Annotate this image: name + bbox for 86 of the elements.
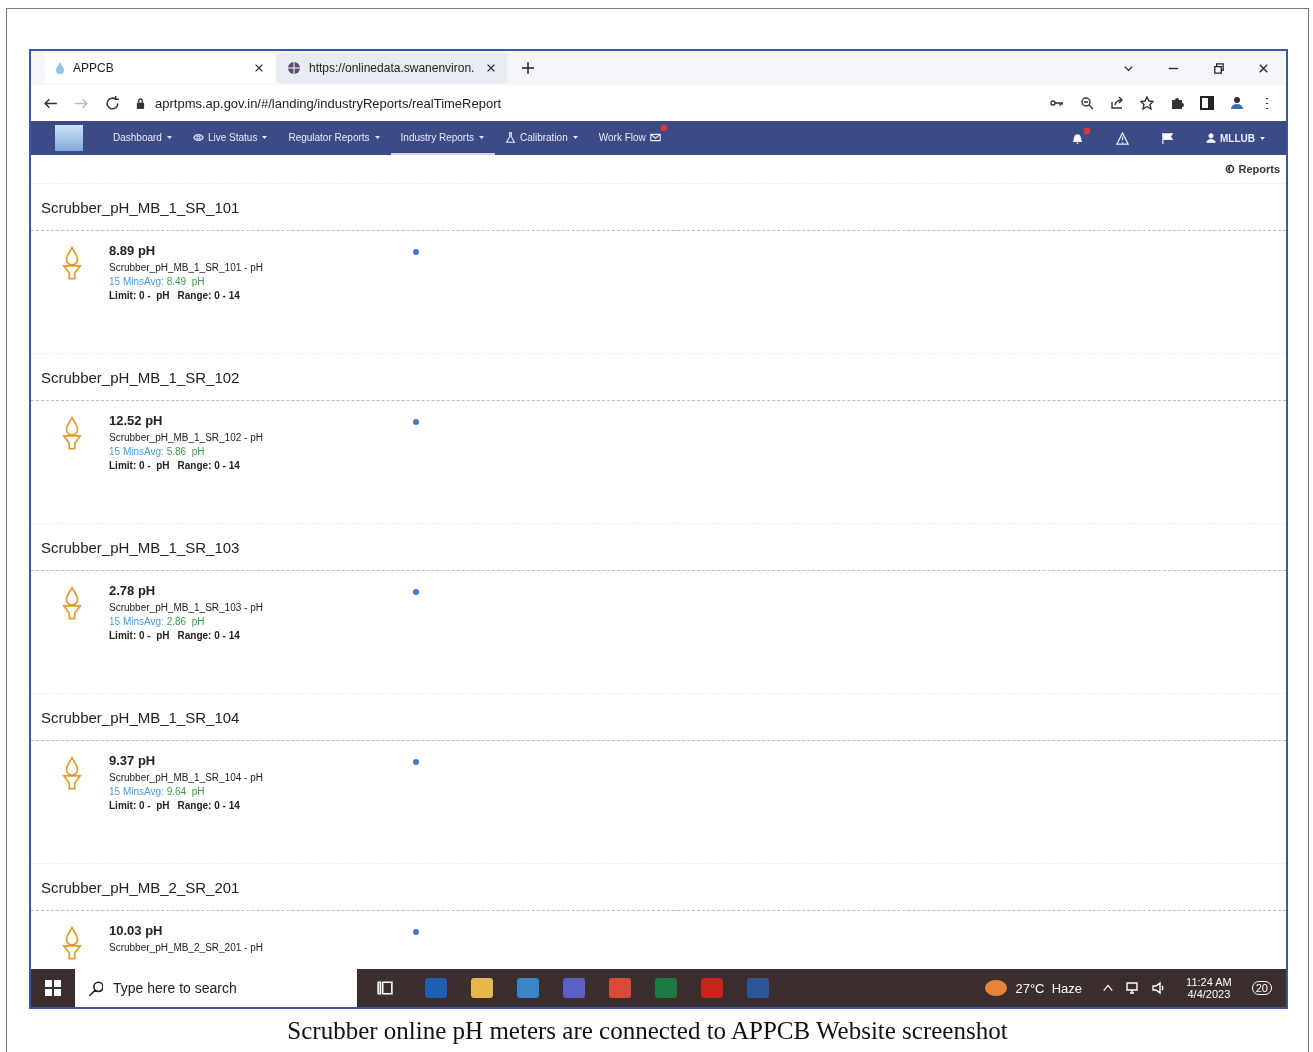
search-field[interactable]: Type here to search: [75, 969, 357, 1007]
notification-badge: [1084, 127, 1090, 134]
flag-icon[interactable]: [1161, 131, 1174, 145]
section-title: Scrubber_pH_MB_1_SR_103: [31, 523, 1286, 571]
new-tab-icon[interactable]: [521, 61, 535, 75]
user-menu[interactable]: MLLUB: [1206, 132, 1266, 144]
nav-menu-item[interactable]: Work Flow: [588, 121, 671, 155]
parameter-name: Scrubber_pH_MB_1_SR_103 - pH: [109, 602, 263, 613]
profile-icon[interactable]: [1230, 96, 1244, 110]
close-icon[interactable]: [253, 62, 265, 74]
bell-icon[interactable]: [1071, 131, 1084, 145]
status-dot: [413, 419, 419, 425]
reload-icon[interactable]: [105, 95, 120, 111]
range-text: Range: 0 - 14: [177, 800, 240, 811]
nav-menu-item[interactable]: Dashboard: [103, 121, 183, 155]
restore-icon[interactable]: [1212, 61, 1225, 75]
parameter-name: Scrubber_pH_MB_1_SR_104 - pH: [109, 772, 263, 783]
range-text: Range: 0 - 14: [177, 630, 240, 641]
status-dot: [413, 589, 419, 595]
browser-tab[interactable]: APPCB: [45, 53, 275, 83]
range-text: Range: 0 - 14: [177, 290, 240, 301]
range-text: Range: 0 - 14: [177, 460, 240, 471]
average-label: 15 MinsAvg:: [109, 616, 164, 627]
lock-icon: [136, 97, 145, 109]
start-icon[interactable]: [45, 980, 61, 996]
reports-link[interactable]: Reports: [1225, 163, 1280, 175]
average-value: 5.86 pH: [166, 446, 205, 457]
nav-menu-item[interactable]: Live Status: [182, 121, 279, 155]
average-value: 9.64 pH: [166, 786, 205, 797]
limit-text: Limit: 0 - pH: [109, 460, 170, 471]
reading-value: 10.03 pH: [109, 923, 164, 938]
chevron-up-icon[interactable]: [1102, 982, 1115, 994]
average-label: 15 MinsAvg:: [109, 276, 164, 287]
reading-value: 12.52 pH: [109, 413, 164, 428]
close-icon[interactable]: [485, 62, 497, 74]
figure-caption: Scrubber online pH meters are connected to APPCB Website screenshot: [286, 1017, 1009, 1045]
notification-badge: [660, 125, 667, 131]
parameter-name: Scrubber_pH_MB_1_SR_101 - pH: [109, 262, 263, 273]
drop-icon: [55, 62, 65, 74]
globe-icon: [287, 61, 301, 75]
section-title: Scrubber_pH_MB_1_SR_102: [31, 353, 1286, 401]
eye-icon: [192, 131, 204, 143]
limit-text: Limit: 0 - pH: [109, 630, 170, 641]
puzzle-icon[interactable]: [1170, 96, 1184, 110]
caret-icon: [373, 133, 381, 141]
status-dot: [413, 759, 419, 765]
side-panel-icon[interactable]: [1200, 96, 1214, 110]
nav-menu-item[interactable]: Regulator Reports: [278, 121, 391, 155]
warning-icon[interactable]: [1116, 131, 1129, 145]
star-icon[interactable]: [1140, 96, 1154, 110]
share-icon[interactable]: [1110, 96, 1124, 110]
status-dot: [413, 929, 419, 935]
search-icon: [87, 980, 103, 996]
section-title: Scrubber_pH_MB_2_SR_201: [31, 863, 1286, 911]
clock-time[interactable]: 11:24 AM: [1186, 976, 1232, 988]
reading-value: 9.37 pH: [109, 753, 157, 768]
flask-icon: [504, 131, 516, 143]
clock-date[interactable]: 4/4/2023: [1187, 988, 1231, 1000]
caret-icon: [165, 133, 173, 141]
user-icon: [1206, 133, 1216, 143]
average-value: 2.86 pH: [166, 616, 205, 627]
address-field[interactable]: aprtpms.ap.gov.in/#/landing/industryReports/realTimeReport: [155, 95, 502, 111]
parameter-name: Scrubber_pH_MB_1_SR_102 - pH: [109, 432, 263, 443]
reading-value: 2.78 pH: [109, 583, 157, 598]
parameter-name: Scrubber_pH_MB_2_SR_201 - pH: [109, 942, 263, 953]
average-label: 15 MinsAvg:: [109, 786, 164, 797]
average-label: 15 MinsAvg:: [109, 446, 164, 457]
weather-icon[interactable]: [985, 980, 1008, 996]
weather-text[interactable]: 27°C Haze: [1015, 980, 1083, 996]
nav-menu-item[interactable]: Calibration: [494, 121, 589, 155]
caret-icon: [571, 133, 579, 141]
status-dot: [413, 249, 419, 255]
envelope-icon: [649, 131, 661, 143]
reading-value: 8.89 pH: [109, 243, 157, 258]
browser-tab[interactable]: https://onlinedata.swanenviron.: [277, 53, 507, 83]
network-icon[interactable]: [1126, 981, 1141, 995]
caret-icon: [261, 133, 269, 141]
limit-text: Limit: 0 - pH: [109, 290, 170, 301]
caret-icon: [477, 133, 485, 141]
limit-text: Limit: 0 - pH: [109, 800, 170, 811]
task-view-icon[interactable]: [377, 980, 393, 996]
average-value: 8.49 pH: [166, 276, 205, 287]
zoom-icon[interactable]: [1080, 96, 1094, 110]
section-title: Scrubber_pH_MB_1_SR_101: [31, 183, 1286, 231]
caret-icon: [1259, 134, 1266, 142]
section-title: Scrubber_pH_MB_1_SR_104: [31, 693, 1286, 741]
